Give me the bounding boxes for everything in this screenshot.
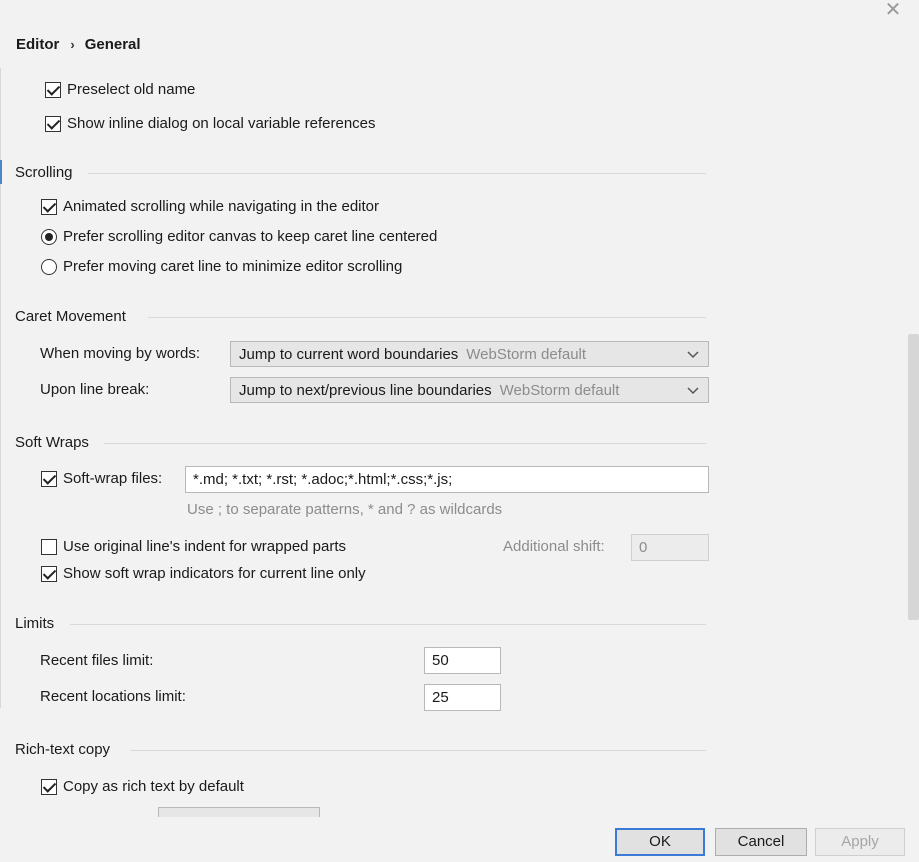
- caret-section-title: Caret Movement: [15, 308, 126, 325]
- chevron-down-icon: [687, 387, 699, 395]
- prefer-canvas-label: Prefer scrolling editor canvas to keep c…: [63, 228, 438, 245]
- color-scheme-select[interactable]: [158, 807, 320, 817]
- prefer-canvas-option[interactable]: Prefer scrolling editor canvas to keep c…: [41, 226, 437, 248]
- softwrap-files-help: Use ; to separate patterns, * and ? as w…: [187, 501, 503, 518]
- softwrap-indicators-label: Show soft wrap indicators for current li…: [63, 565, 366, 582]
- apply-button[interactable]: Apply: [815, 828, 905, 856]
- copy-rich-text-label: Copy as rich text by default: [63, 778, 244, 795]
- line-break-label: Upon line break:: [40, 381, 150, 398]
- original-indent-checkbox[interactable]: [41, 539, 57, 555]
- chevron-down-icon: [687, 351, 699, 359]
- scrolling-divider: [88, 173, 706, 174]
- ok-button[interactable]: OK: [615, 828, 705, 856]
- inline-dialog-checkbox[interactable]: [45, 116, 61, 132]
- breadcrumb-current: General: [84, 36, 141, 53]
- recent-locations-input[interactable]: 25: [424, 684, 501, 711]
- softwraps-divider: [104, 443, 706, 444]
- moving-by-words-label: When moving by words:: [40, 345, 201, 362]
- softwrap-files-checkbox[interactable]: [41, 471, 57, 487]
- inline-dialog-label: Show inline dialog on local variable ref…: [67, 115, 376, 132]
- scrolling-section-title: Scrolling: [15, 164, 73, 181]
- softwrap-files-option[interactable]: Soft-wrap files:: [41, 468, 162, 490]
- preselect-old-name-label: Preselect old name: [67, 81, 196, 98]
- softwrap-indicators-option[interactable]: Show soft wrap indicators for current li…: [41, 563, 366, 585]
- breadcrumb: Editor › General: [16, 34, 141, 56]
- animated-scrolling-checkbox[interactable]: [41, 199, 57, 215]
- moving-by-words-value: Jump to current word boundaries: [239, 345, 459, 363]
- inline-dialog-option[interactable]: Show inline dialog on local variable ref…: [45, 113, 376, 135]
- moving-by-words-hint: WebStorm default: [466, 345, 587, 363]
- recent-locations-label: Recent locations limit:: [40, 688, 186, 705]
- recent-files-label: Recent files limit:: [40, 652, 154, 669]
- softwrap-files-label: Soft-wrap files:: [63, 470, 163, 487]
- prefer-caret-option[interactable]: Prefer moving caret line to minimize edi…: [41, 256, 402, 278]
- moving-by-words-select[interactable]: Jump to current word boundaries WebStorm…: [230, 341, 709, 367]
- caret-divider: [148, 317, 706, 318]
- preselect-old-name-option[interactable]: Preselect old name: [45, 79, 195, 101]
- line-break-value: Jump to next/previous line boundaries: [239, 381, 492, 399]
- prefer-caret-label: Prefer moving caret line to minimize edi…: [63, 258, 403, 275]
- softwrap-files-input[interactable]: *.md; *.txt; *.rst; *.adoc;*.html;*.css;…: [185, 466, 709, 493]
- softwraps-section-title: Soft Wraps: [15, 434, 89, 451]
- cancel-button[interactable]: Cancel: [715, 828, 807, 856]
- copy-rich-text-checkbox[interactable]: [41, 779, 57, 795]
- original-indent-option[interactable]: Use original line's indent for wrapped p…: [41, 536, 346, 558]
- animated-scrolling-label: Animated scrolling while navigating in t…: [63, 198, 380, 215]
- richtext-section-title: Rich-text copy: [15, 741, 111, 758]
- limits-section-title: Limits: [15, 615, 55, 632]
- scrollbar-thumb[interactable]: [908, 334, 919, 620]
- additional-shift-label: Additional shift:: [503, 538, 605, 555]
- line-break-hint: WebStorm default: [499, 381, 620, 399]
- additional-shift-input: 0: [631, 534, 709, 561]
- section-marker: [0, 160, 2, 184]
- prefer-caret-radio[interactable]: [41, 259, 57, 275]
- recent-files-input[interactable]: 50: [424, 647, 501, 674]
- chevron-right-icon: ›: [70, 37, 75, 52]
- close-icon[interactable]: ✕: [881, 0, 905, 22]
- softwrap-indicators-checkbox[interactable]: [41, 566, 57, 582]
- animated-scrolling-option[interactable]: Animated scrolling while navigating in t…: [41, 196, 379, 218]
- original-indent-label: Use original line's indent for wrapped p…: [63, 538, 347, 555]
- richtext-divider: [130, 750, 706, 751]
- copy-rich-text-option[interactable]: Copy as rich text by default: [41, 776, 244, 798]
- limits-divider: [70, 624, 706, 625]
- line-break-select[interactable]: Jump to next/previous line boundaries We…: [230, 377, 709, 403]
- preselect-old-name-checkbox[interactable]: [45, 82, 61, 98]
- prefer-canvas-radio[interactable]: [41, 229, 57, 245]
- breadcrumb-parent[interactable]: Editor: [16, 36, 59, 53]
